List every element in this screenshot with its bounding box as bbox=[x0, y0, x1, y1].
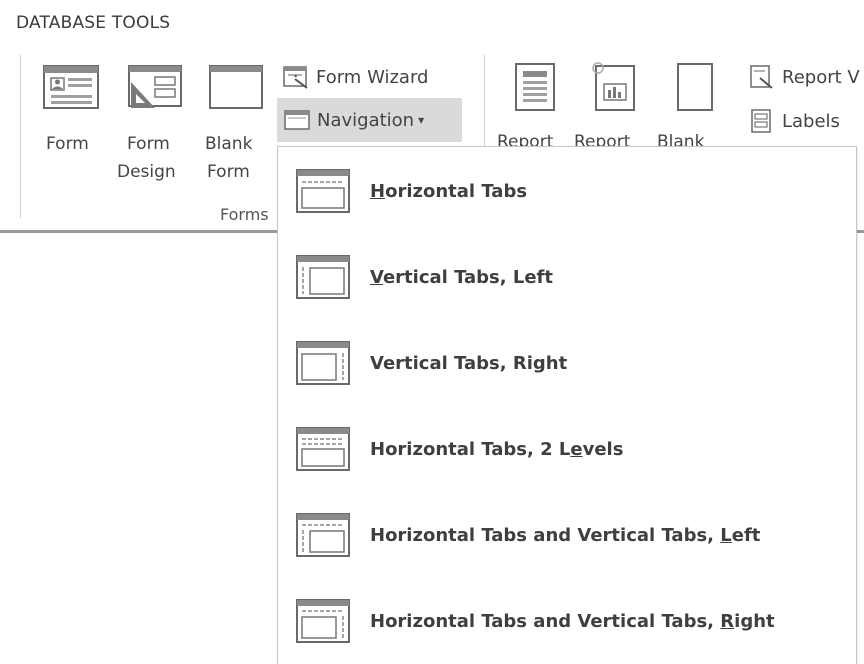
menu-item-horizontal-and-vertical-tabs-right[interactable]: Horizontal Tabs and Vertical Tabs, Right bbox=[278, 591, 856, 651]
ribbon-left-edge bbox=[20, 55, 21, 218]
blank-form-label-line1: Blank bbox=[205, 134, 253, 154]
form-label: Form bbox=[46, 134, 89, 154]
horizontal-vertical-tabs-right-icon bbox=[296, 599, 350, 643]
report-icon bbox=[515, 63, 555, 111]
menu-item-label: Vertical Tabs, Left bbox=[370, 266, 553, 288]
form-button[interactable]: Form bbox=[38, 62, 104, 154]
form-wizard-button[interactable]: Form Wizard bbox=[282, 62, 428, 92]
forms-group-title: Forms bbox=[220, 205, 269, 224]
navigation-label: Navigation bbox=[317, 109, 415, 131]
blank-form-button[interactable]: Blank Form bbox=[203, 62, 267, 182]
navigation-button[interactable]: Navigation ▾ bbox=[277, 98, 462, 142]
menu-item-label: Horizontal Tabs bbox=[370, 180, 528, 202]
form-design-icon bbox=[128, 65, 182, 108]
ribbon-tab-database-tools[interactable]: DATABASE TOOLS bbox=[16, 13, 170, 33]
labels-icon bbox=[751, 109, 771, 133]
menu-item-horizontal-tabs[interactable]: Horizontal Tabs bbox=[278, 161, 856, 221]
horizontal-tabs-2-levels-icon bbox=[296, 427, 350, 471]
form-icon bbox=[43, 65, 99, 109]
menu-item-label: Vertical Tabs, Right bbox=[370, 352, 568, 374]
vertical-tabs-right-icon bbox=[296, 341, 350, 385]
blank-report-button[interactable] bbox=[665, 62, 725, 118]
menu-item-horizontal-and-vertical-tabs-left[interactable]: Horizontal Tabs and Vertical Tabs, Left bbox=[278, 505, 856, 565]
form-wizard-label: Form Wizard bbox=[316, 66, 429, 88]
blank-form-icon bbox=[209, 65, 263, 109]
navigation-icon bbox=[284, 110, 310, 130]
blank-form-label-line2: Form bbox=[207, 162, 250, 182]
report-design-button[interactable] bbox=[581, 62, 645, 118]
labels-label: Labels bbox=[782, 110, 840, 132]
report-design-label: Report bbox=[574, 132, 631, 146]
blank-report-icon bbox=[677, 63, 713, 111]
vertical-tabs-left-icon bbox=[296, 255, 350, 299]
form-wizard-icon bbox=[283, 66, 308, 89]
report-label: Report bbox=[497, 132, 554, 146]
report-wizard-icon bbox=[750, 65, 773, 89]
menu-item-vertical-tabs-right[interactable]: Vertical Tabs, Right bbox=[278, 333, 856, 393]
menu-item-vertical-tabs-left[interactable]: Vertical Tabs, Left bbox=[278, 247, 856, 307]
menu-item-label: Horizontal Tabs and Vertical Tabs, Right bbox=[370, 610, 775, 632]
report-design-icon bbox=[592, 62, 635, 111]
report-wizard-label: Report V bbox=[782, 66, 860, 88]
form-design-label-line1: Form bbox=[127, 134, 170, 154]
menu-item-label: Horizontal Tabs, 2 Levels bbox=[370, 438, 624, 460]
blank-report-label: Blank bbox=[657, 132, 705, 146]
menu-item-horizontal-tabs-2-levels[interactable]: Horizontal Tabs, 2 Levels bbox=[278, 419, 856, 479]
horizontal-tabs-icon bbox=[296, 169, 350, 213]
horizontal-vertical-tabs-left-icon bbox=[296, 513, 350, 557]
form-design-button[interactable]: Form Design bbox=[117, 62, 191, 182]
report-wizard-button[interactable]: Report V bbox=[748, 62, 860, 92]
menu-item-label: Horizontal Tabs and Vertical Tabs, Left bbox=[370, 524, 761, 546]
form-design-label-line2: Design bbox=[117, 162, 176, 182]
navigation-dropdown-menu: Horizontal Tabs Vertical Tabs, Left Vert… bbox=[277, 146, 857, 664]
chevron-down-icon: ▾ bbox=[418, 113, 425, 127]
report-button[interactable] bbox=[505, 62, 565, 118]
labels-button[interactable]: Labels bbox=[748, 106, 840, 136]
